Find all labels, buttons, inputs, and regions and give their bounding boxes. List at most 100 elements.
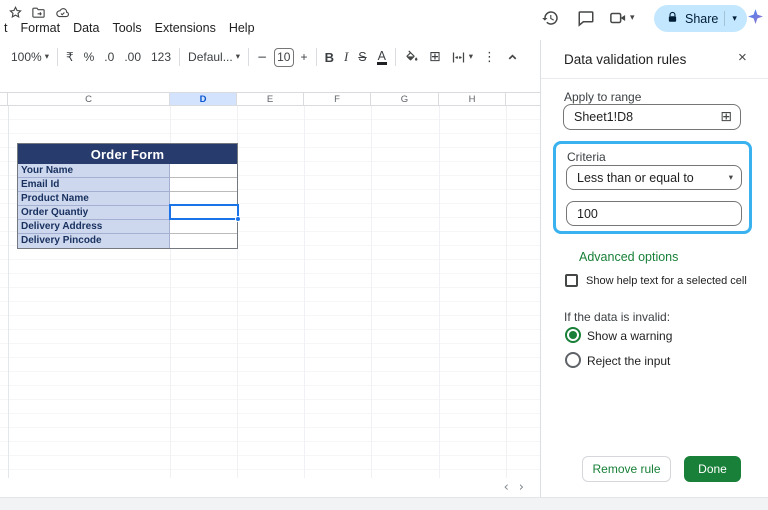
menu-item-data[interactable]: Data	[73, 21, 99, 35]
zoom-value: 100%	[11, 50, 42, 64]
column-header-e[interactable]: E	[237, 93, 304, 105]
invalid-data-label: If the data is invalid:	[564, 310, 670, 324]
apply-to-range-label: Apply to range	[564, 90, 641, 104]
field-value-cell[interactable]	[170, 234, 237, 248]
field-value-cell[interactable]	[170, 178, 237, 192]
help-text-checkbox[interactable]	[565, 274, 578, 287]
reject-input-label[interactable]: Reject the input	[587, 354, 670, 368]
menu-item-extensions[interactable]: Extensions	[155, 21, 216, 35]
format-currency-button[interactable]: ₹	[61, 45, 79, 69]
share-dropdown-icon[interactable]: ▾	[724, 11, 747, 26]
table-row[interactable]: Email Id	[18, 178, 237, 192]
zoom-select[interactable]: 100% ▾	[6, 45, 54, 69]
field-value-cell[interactable]	[170, 164, 237, 178]
advanced-options-link[interactable]: Advanced options	[579, 250, 678, 264]
done-button[interactable]: Done	[684, 456, 741, 482]
remove-rule-button[interactable]: Remove rule	[582, 456, 671, 482]
table-row[interactable]: Delivery Address	[18, 220, 237, 234]
field-label[interactable]: Order Quantiy	[18, 206, 170, 220]
italic-button[interactable]: I	[339, 45, 353, 69]
column-headers: C D E F G H	[0, 92, 540, 106]
grid-line	[304, 106, 305, 478]
column-header-d[interactable]: D	[170, 93, 237, 105]
font-size-input[interactable]: 10	[274, 48, 293, 67]
share-button[interactable]: Share ▾	[654, 5, 747, 32]
sheet-grid[interactable]: Order Form Your Name Email Id Product Na…	[0, 106, 540, 478]
gemini-sparkle-icon[interactable]	[747, 8, 764, 25]
menu-item-help[interactable]: Help	[229, 21, 255, 35]
criteria-operator-select[interactable]: Less than or equal to ▾	[566, 165, 742, 190]
menu-bar: t Format Data Tools Extensions Help	[4, 20, 255, 36]
increase-decimal-button[interactable]: .00	[119, 45, 146, 69]
data-validation-panel: Data validation rules × Apply to range S…	[540, 40, 768, 497]
more-formats-button[interactable]: 123	[146, 45, 176, 69]
show-warning-label[interactable]: Show a warning	[587, 329, 672, 343]
menu-item-tools[interactable]: Tools	[112, 21, 141, 35]
table-title[interactable]: Order Form	[18, 144, 237, 164]
chevron-down-icon: ▾	[630, 13, 635, 23]
field-label[interactable]: Product Name	[18, 192, 170, 206]
borders-button[interactable]: ⊞	[424, 45, 446, 69]
star-icon[interactable]	[8, 5, 24, 21]
chevron-up-icon[interactable]	[501, 45, 524, 69]
column-header-f[interactable]: F	[304, 93, 371, 105]
field-value-cell[interactable]	[170, 220, 237, 234]
grid-line	[8, 106, 9, 478]
field-label[interactable]: Your Name	[18, 164, 170, 178]
field-label[interactable]: Delivery Address	[18, 220, 170, 234]
panel-title: Data validation rules	[564, 52, 686, 67]
more-toolbar-button[interactable]: ⋮	[478, 45, 501, 69]
radio-show-warning[interactable]	[565, 327, 581, 343]
comment-icon[interactable]	[577, 8, 595, 28]
format-percent-button[interactable]: %	[79, 45, 100, 69]
version-history-icon[interactable]	[541, 8, 559, 28]
radio-reject-input[interactable]	[565, 352, 581, 368]
toolbar-divider	[179, 48, 180, 66]
toolbar-divider	[248, 48, 249, 66]
criteria-highlight-box: Criteria Less than or equal to ▾ 100	[553, 141, 752, 234]
increase-font-size-button[interactable]: +	[296, 45, 313, 69]
field-label[interactable]: Delivery Pincode	[18, 234, 170, 248]
chevron-down-icon: ▾	[729, 173, 733, 183]
row-header-corner[interactable]	[0, 93, 8, 105]
table-row[interactable]: Your Name	[18, 164, 237, 178]
cloud-status-icon[interactable]	[55, 5, 71, 21]
decrease-decimal-button[interactable]: .0	[99, 45, 119, 69]
google-sheets-app: t Format Data Tools Extensions Help ▾ Sh…	[0, 0, 768, 510]
decrease-font-size-button[interactable]: −	[252, 45, 272, 69]
menu-item-format[interactable]: Format	[20, 21, 60, 35]
bold-button[interactable]: B	[320, 45, 339, 69]
scroll-right-icon[interactable]: ›	[519, 480, 524, 495]
close-icon[interactable]: ×	[738, 49, 747, 66]
column-header-c[interactable]: C	[8, 93, 170, 105]
chevron-down-icon: ▾	[469, 52, 473, 62]
share-button-label: Share	[685, 12, 718, 26]
criteria-operator-value: Less than or equal to	[577, 171, 694, 185]
move-folder-icon[interactable]	[31, 5, 47, 21]
selected-cell-d8	[169, 204, 239, 220]
fill-handle[interactable]	[235, 216, 241, 222]
criteria-value-input[interactable]: 100	[566, 201, 742, 226]
fill-color-button[interactable]	[399, 45, 424, 69]
merge-cells-button[interactable]: ▾	[446, 45, 478, 69]
panel-divider	[541, 78, 768, 79]
scroll-left-icon[interactable]: ‹	[504, 480, 509, 495]
font-select[interactable]: Defaul... ▾	[183, 45, 245, 69]
toolbar-divider	[395, 48, 396, 66]
bottom-bar	[0, 497, 768, 510]
range-input[interactable]: Sheet1!D8 ⊞	[563, 104, 741, 130]
font-name-value: Defaul...	[188, 50, 233, 64]
menu-item-partial[interactable]: t	[4, 21, 7, 35]
meet-camera-icon[interactable]: ▾	[609, 8, 635, 28]
column-header-h[interactable]: H	[439, 93, 506, 105]
lock-icon	[666, 11, 679, 27]
help-text-label[interactable]: Show help text for a selected cell	[586, 275, 747, 287]
text-color-button[interactable]: A	[372, 45, 392, 69]
toolbar-divider	[57, 48, 58, 66]
column-header-g[interactable]: G	[371, 93, 439, 105]
table-row[interactable]: Delivery Pincode	[18, 234, 237, 248]
strikethrough-button[interactable]: S	[353, 45, 371, 69]
field-label[interactable]: Email Id	[18, 178, 170, 192]
select-data-range-icon[interactable]: ⊞	[720, 109, 732, 125]
column-header-partial[interactable]	[506, 93, 540, 105]
